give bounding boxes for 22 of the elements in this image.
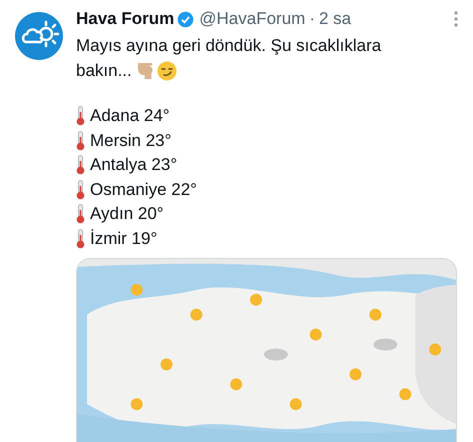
avatar-icon[interactable] [15, 12, 63, 60]
thermometer-icon [76, 155, 85, 176]
temperature-text: Antalya 23° [90, 154, 178, 176]
separator: · [309, 8, 315, 30]
temperature-text: Aydın 20° [90, 203, 164, 225]
thermometer-icon [76, 204, 85, 224]
post-text: Mayıs ayına geri döndük. Şu sıcaklıklara [76, 35, 382, 57]
post-text: bakın... [76, 60, 132, 82]
temperature-text: İzmir 19° [90, 228, 158, 250]
temperature-text: Adana 24° [90, 105, 170, 127]
post-time[interactable]: 2 sa [318, 6, 352, 32]
temperature-text: Mersin 23° [90, 130, 172, 152]
smirking-face-icon [156, 60, 177, 80]
author-handle[interactable]: @HavaForum [199, 6, 306, 32]
more-icon [454, 11, 458, 27]
temperature-text: Osmaniye 22° [90, 178, 197, 200]
thermometer-icon [76, 130, 85, 151]
thermometer-icon [76, 106, 85, 126]
author-name[interactable]: Hava Forum [76, 6, 174, 32]
thermometer-icon [76, 228, 85, 249]
thermometer-icon [76, 180, 85, 200]
pointing-hand-icon [138, 62, 154, 78]
